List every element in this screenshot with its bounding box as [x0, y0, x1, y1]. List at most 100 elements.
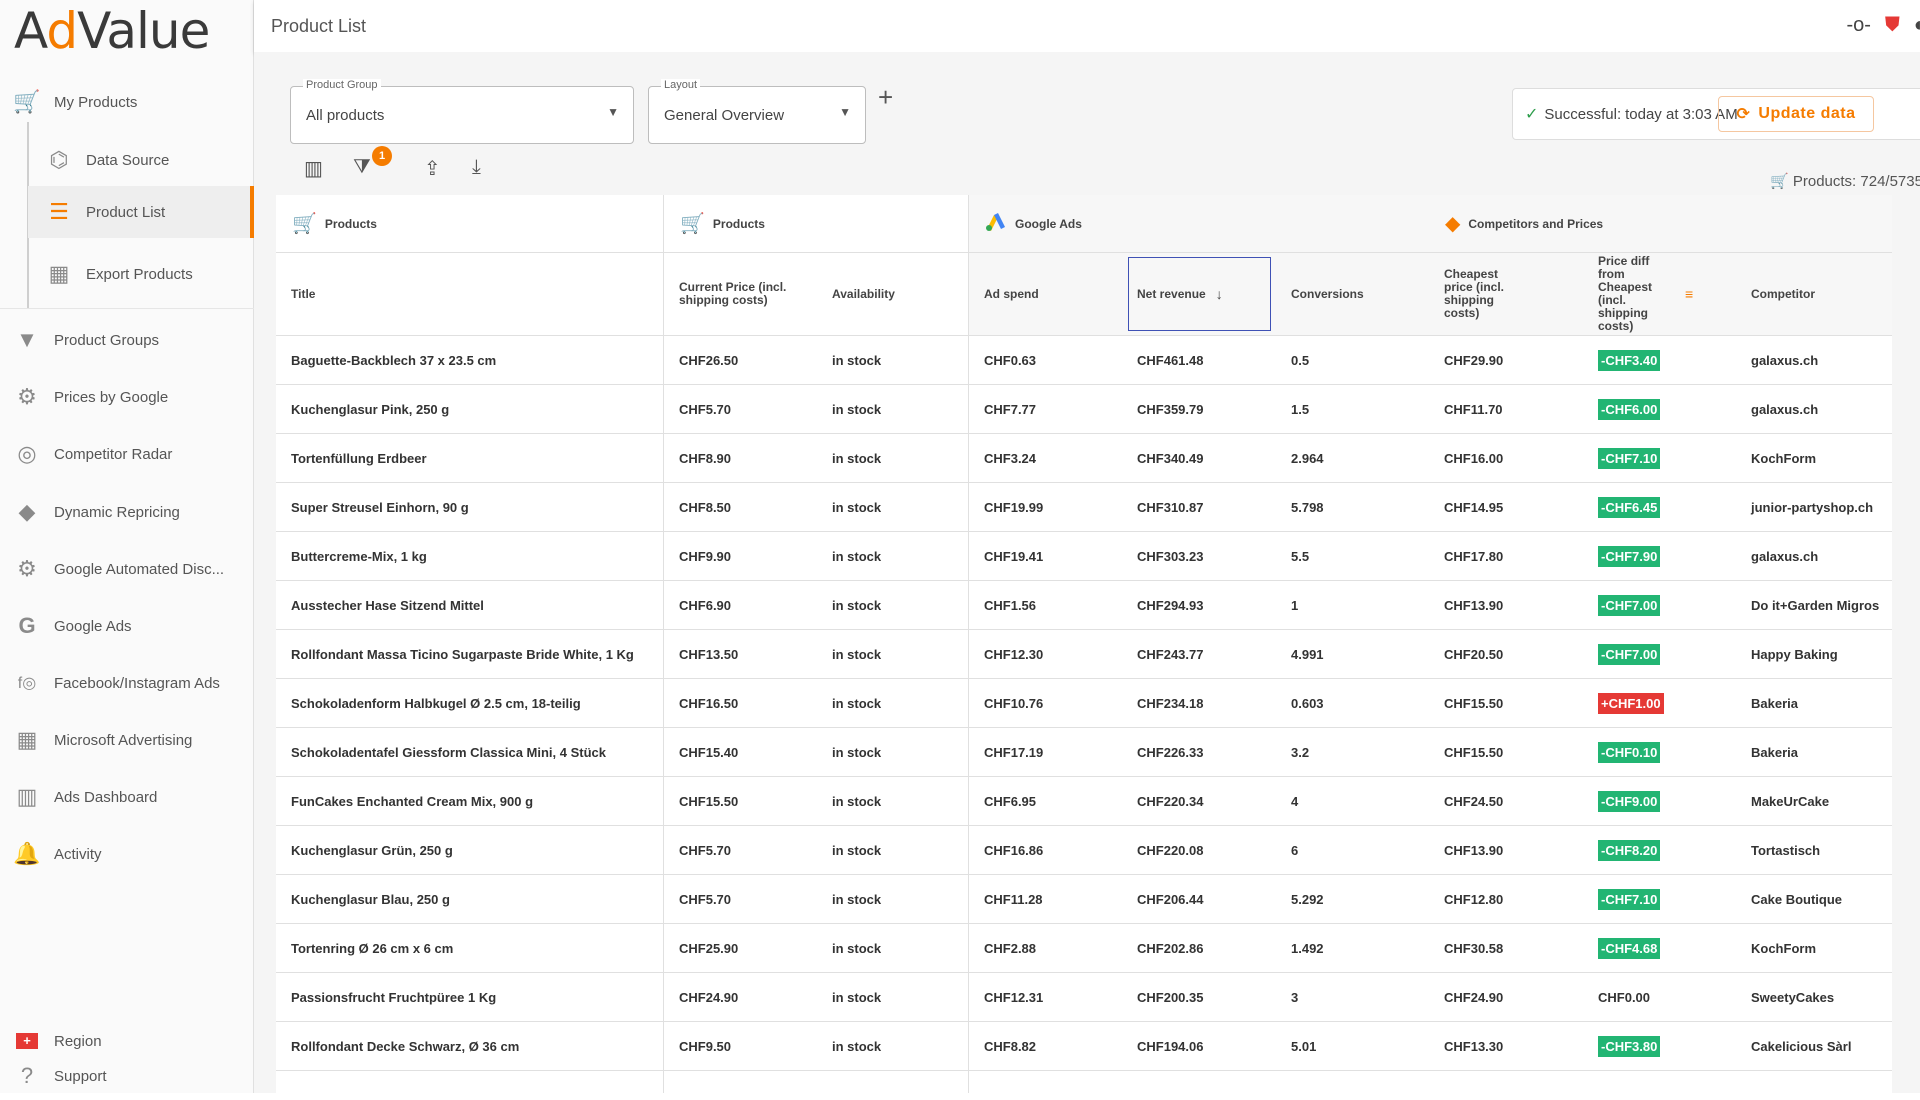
cell-conversions: 0.603 [1276, 679, 1324, 728]
sidebar-item-label: My Products [54, 93, 138, 111]
cell-availability: in stock [817, 973, 881, 1022]
sidebar-item-facebook-instagram-ads[interactable]: f◎ Facebook/Instagram Ads [0, 657, 254, 709]
sorted-column-highlight [1128, 257, 1271, 331]
table-row[interactable]: Kuchenglasur Pink, 250 g CHF5.70 in stock C… [276, 385, 1892, 434]
cell-conversions-value: 1.492 [1291, 941, 1324, 956]
layout-select[interactable]: Layout General Overview ▼ [648, 79, 866, 144]
table-row[interactable]: Baguette-Backblech 37 x 23.5 cm CHF26.50 i… [276, 336, 1892, 385]
group-header-label: Products [324, 216, 377, 231]
columns-icon[interactable]: ▥ [304, 156, 323, 181]
share-icon[interactable]: ⇪ [424, 156, 441, 181]
cell-ad-spend: CHF0.63 [969, 336, 1036, 385]
sidebar-item-ads-dashboard[interactable]: ▥ Ads Dashboard [0, 771, 254, 823]
cell-cheapest-price: CHF13.30 [1429, 1022, 1503, 1071]
cell-net-revenue-value: CHF194.06 [1137, 1039, 1204, 1054]
cell-ad-spend: CHF8.82 [969, 1022, 1036, 1071]
table-row[interactable]: Kuchenglasur Blau, 250 g CHF5.70 in stock C… [276, 875, 1892, 924]
sidebar-item-export-products[interactable]: ▦ Export Products [28, 248, 254, 300]
column-header-availability[interactable]: Availability [817, 252, 969, 336]
sidebar-item-microsoft-advertising[interactable]: ▦ Microsoft Advertising [0, 714, 254, 766]
table-row[interactable]: Rollfondant Massa Ticino Sugarpaste Brid… [276, 630, 1892, 679]
sidebar-item-data-source[interactable]: ⌬ Data Source [28, 134, 254, 186]
column-header-competitor[interactable]: Competitor [1736, 252, 1892, 336]
google-icon: G [18, 613, 36, 638]
table-row[interactable]: FunCakes Enchanted Cream Mix, 900 g CHF15… [276, 777, 1892, 826]
cell-current-price-value: CHF8.50 [679, 500, 732, 515]
cell-availability: in stock [817, 728, 881, 777]
column-header-conversions[interactable]: Conversions [1276, 252, 1429, 336]
column-header-ad-spend[interactable]: Ad spend [969, 252, 1122, 336]
sidebar-item-my-products[interactable]: 🛒 My Products [0, 76, 254, 128]
advalue-logo[interactable]: AdValue [0, 0, 253, 62]
table-row[interactable]: Ausstecher Hase Sitzend Mittel CHF6.90 in … [276, 581, 1892, 630]
cell-conversions: 4 [1276, 777, 1298, 826]
table-row[interactable]: Tortenring Ø 26 cm x 6 cm CHF25.90 in stoc… [276, 924, 1892, 973]
cell-price-diff: -CHF9.00 [1583, 777, 1661, 826]
table-row[interactable]: Schokoladentafel Giessform Classica Mini… [276, 728, 1892, 777]
table-row[interactable]: Super Streusel Einhorn, 90 g CHF8.50 in st… [276, 483, 1892, 532]
sidebar-item-google-ads[interactable]: G Google Ads [0, 600, 254, 652]
price-diff-chip: -CHF6.00 [1598, 399, 1661, 420]
cell-competitor-value: galaxus.ch [1751, 549, 1819, 564]
cell-competitor-value: SweetyCakes [1751, 990, 1835, 1005]
cell-availability: in stock [817, 581, 881, 630]
cell-availability-value: in stock [832, 794, 882, 809]
sidebar-item-competitor-radar[interactable]: ◎ Competitor Radar [0, 428, 254, 480]
cell-cheapest-price: CHF24.90 [1429, 973, 1503, 1022]
top-bar: Product List -o- ⛊ ◐ [254, 0, 1920, 52]
table-row[interactable]: Tortenfüllung Erdbeer CHF8.90 in stock CHF3… [276, 434, 1892, 483]
cell-ad-spend-value: CHF11.28 [984, 892, 1043, 907]
cart-icon: 🛒 [1770, 173, 1789, 190]
sidebar-item-dynamic-repricing[interactable]: ◆ Dynamic Repricing [0, 486, 254, 538]
sidebar-item-label: Facebook/Instagram Ads [54, 674, 220, 692]
tag-icon: ◆ [1445, 213, 1461, 235]
sidebar-item-product-list[interactable]: ☰ Product List [28, 186, 254, 238]
shield-alert-icon[interactable]: ⛊ [1885, 14, 1900, 37]
table-row[interactable]: Schokoladenform Halbkugel Ø 2.5 cm, 18-t… [276, 679, 1892, 728]
cell-ad-spend-value: CHF17.19 [984, 745, 1044, 760]
cell-competitor: KochForm [1736, 434, 1816, 483]
cell-availability: in stock [817, 1022, 881, 1071]
download-icon[interactable]: ⤓ [472, 156, 481, 179]
column-header-title[interactable]: Title [276, 252, 663, 336]
cell-conversions-value: 5.01 [1291, 1039, 1317, 1054]
column-header-current-price[interactable]: Current Price (incl. shipping costs) [664, 252, 817, 336]
sidebar-item-prices-by-google[interactable]: ⚙ Prices by Google [0, 371, 254, 423]
cell-competitor-value: Do it+Garden Migros [1751, 598, 1880, 613]
table-row[interactable]: Rollfondant Decke Schwarz, Ø 36 cm CHF9.5… [276, 1022, 1892, 1071]
column-header-price-diff[interactable]: Price diff from Cheapest (incl. shipping… [1583, 252, 1736, 336]
cell-net-revenue-value: CHF294.93 [1137, 598, 1204, 613]
table-row[interactable]: Buttercreme-Mix, 1 kg CHF9.90 in stock CHF1… [276, 532, 1892, 581]
radar-icon: ◎ [17, 441, 37, 466]
update-data-button[interactable]: ⟳ Update data [1718, 96, 1874, 132]
filter-off-icon[interactable]: ⧩ [353, 156, 371, 179]
table-row[interactable]: Kuchenglasur Grün, 250 g CHF5.70 in stock C… [276, 826, 1892, 875]
group-header-label: Google Ads [1015, 216, 1082, 231]
column-header-cheapest-price[interactable]: Cheapest price (incl. shipping costs) [1429, 252, 1583, 336]
table-row[interactable]: Passionsfrucht Fruchtpüree 1 Kg CHF24.90 i… [276, 973, 1892, 1022]
cell-current-price: CHF15.40 [664, 728, 738, 777]
cell-conversions-value: 6 [1291, 843, 1299, 858]
sidebar-item-product-groups[interactable]: ▼ Product Groups [0, 314, 254, 366]
cell-availability-value: in stock [832, 745, 882, 760]
commit-icon[interactable]: -o- [1846, 14, 1870, 37]
sidebar-item-activity[interactable]: 🔔 Activity [0, 828, 254, 880]
cell-competitor-value: Bakeria [1751, 696, 1798, 711]
layout-value: General Overview [664, 107, 785, 124]
cell-availability: in stock [817, 532, 881, 581]
product-group-select[interactable]: Product Group All products ▼ [290, 79, 634, 144]
region-label: Region [54, 1032, 102, 1050]
cell-competitor: Bakeria [1736, 728, 1798, 777]
cell-cheapest-price: CHF12.80 [1429, 875, 1503, 924]
google-prices-icon: ⚙ [17, 384, 37, 409]
sidebar-item-google-automated-discounts[interactable]: ⚙ Google Automated Disc... [0, 543, 254, 595]
group-header-products: 🛒 Products [276, 195, 663, 252]
add-layout-button[interactable]: + [878, 82, 893, 113]
cell-net-revenue-value: CHF226.33 [1137, 745, 1204, 760]
product-count: 🛒 Products: 724/5735 [1770, 172, 1920, 190]
sidebar-item-label: Google Automated Disc... [54, 560, 225, 578]
filter-lines-icon[interactable]: ≡ [1685, 287, 1693, 301]
cell-conversions-value: 5.798 [1291, 500, 1324, 515]
cell-price-diff: -CHF7.00 [1583, 630, 1661, 679]
account-icon[interactable]: ◐ [1914, 14, 1920, 37]
